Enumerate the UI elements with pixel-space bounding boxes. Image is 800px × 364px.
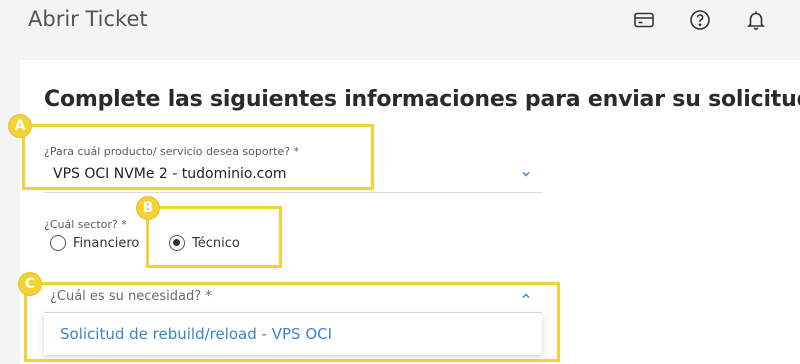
top-bar: Abrir Ticket bbox=[0, 0, 800, 58]
radio-button-financiero[interactable] bbox=[50, 235, 66, 251]
product-field-label: ¿Para cuál producto/ servicio desea sopo… bbox=[44, 145, 300, 158]
help-icon[interactable] bbox=[688, 8, 712, 32]
annotation-badge-b: B bbox=[137, 197, 159, 219]
radio-financiero[interactable]: Financiero bbox=[50, 235, 139, 251]
radio-button-tecnico[interactable] bbox=[169, 235, 185, 251]
need-dropdown-menu: Solicitud de rebuild/reload - VPS OCI bbox=[44, 313, 542, 355]
annotation-badge-c: C bbox=[19, 273, 41, 295]
form-heading: Complete las siguientes informaciones pa… bbox=[44, 87, 800, 112]
annotation-badge-a: A bbox=[9, 115, 31, 137]
bell-icon[interactable] bbox=[744, 8, 768, 32]
radio-label-financiero: Financiero bbox=[73, 235, 140, 251]
need-field-label: ¿Cuál es su necesidad? * bbox=[50, 289, 212, 304]
dropdown-option-rebuild[interactable]: Solicitud de rebuild/reload - VPS OCI bbox=[60, 325, 332, 343]
product-select-value: VPS OCI NVMe 2 - tudominio.com bbox=[53, 166, 287, 182]
chevron-up-icon bbox=[520, 290, 532, 302]
sector-field-label: ¿Cuál sector? * bbox=[44, 218, 127, 231]
need-select[interactable]: ¿Cuál es su necesidad? * bbox=[44, 284, 542, 313]
radio-label-tecnico: Técnico bbox=[192, 235, 240, 251]
product-select[interactable]: VPS OCI NVMe 2 - tudominio.com bbox=[44, 160, 542, 193]
card-icon[interactable] bbox=[632, 8, 656, 32]
radio-tecnico[interactable]: Técnico bbox=[169, 235, 240, 251]
page-title: Abrir Ticket bbox=[28, 7, 148, 31]
chevron-down-icon bbox=[520, 168, 532, 180]
